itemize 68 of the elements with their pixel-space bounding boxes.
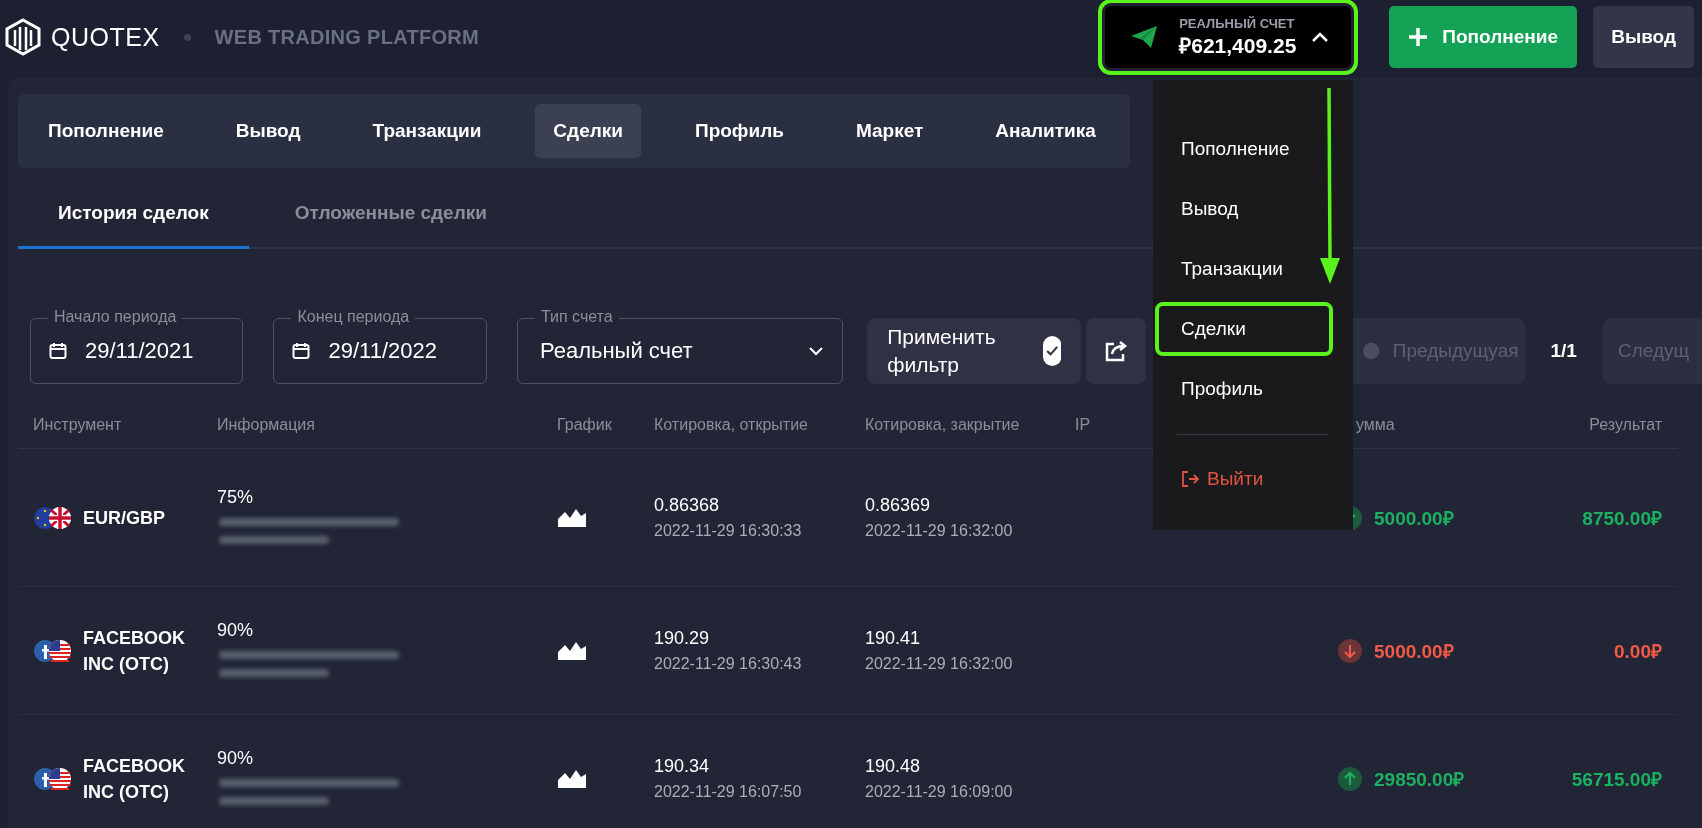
instrument-name: FACEBOOK INC (OTC) [83, 626, 186, 676]
menu-item[interactable]: Пополнение [1155, 122, 1314, 176]
nav-tab[interactable]: Вывод [217, 104, 319, 158]
calendar-icon [49, 342, 67, 360]
menu-item[interactable]: Транзакции [1155, 242, 1307, 296]
close-time: 2022-11-29 16:32:00 [865, 655, 1014, 673]
page-indicator: 1/1 [1550, 340, 1577, 362]
close-time: 2022-11-29 16:09:00 [865, 783, 1014, 801]
withdraw-button[interactable]: Вывод [1593, 6, 1694, 68]
logo-text: QUOTEX [51, 22, 160, 52]
arrow-circle-icon [1362, 341, 1379, 361]
close-price: 190.41 [865, 628, 922, 649]
chevron-down-icon [808, 346, 825, 356]
close-price: 190.48 [865, 756, 922, 777]
trade-amount: 5000.00₽ [1374, 506, 1454, 531]
paper-plane-icon [1129, 24, 1160, 50]
open-time: 2022-11-29 16:07:50 [654, 783, 803, 801]
nav-tab[interactable]: Маркет [837, 104, 942, 158]
close-price: 0.86369 [865, 495, 932, 516]
account-balance: ₽621,409.25 [1179, 32, 1297, 59]
logout-item[interactable]: Выйти [1153, 467, 1270, 491]
column-header: IP [1075, 415, 1092, 434]
payout-percent: 90% [217, 748, 255, 769]
close-time: 2022-11-29 16:32:00 [865, 522, 1014, 540]
tagline: WEB TRADING PLATFORM [214, 25, 480, 49]
separator-dot [183, 33, 191, 41]
stock-flags-icon [33, 638, 73, 663]
nav-tab[interactable]: Аналитика [977, 104, 1114, 158]
trade-result: 0.00₽ [1614, 640, 1662, 662]
open-price: 190.29 [654, 628, 711, 649]
currency-flags-icon [33, 505, 73, 530]
calendar-icon [292, 342, 311, 360]
open-time: 2022-11-29 16:30:33 [654, 522, 803, 540]
logout-icon [1181, 470, 1199, 488]
open-time: 2022-11-29 16:30:43 [654, 655, 803, 673]
trade-amount: 5000.00₽ [1374, 639, 1454, 664]
trade-result: 56715.00₽ [1571, 768, 1662, 790]
column-header: Результат [1588, 415, 1662, 434]
column-header: График [557, 415, 613, 434]
nav-tab[interactable]: Профиль [676, 104, 802, 158]
account-label: РЕАЛЬНЫЙ СЧЕТ [1179, 15, 1296, 31]
menu-item[interactable]: Сделки [1155, 302, 1333, 356]
open-price: 190.34 [654, 756, 711, 777]
logo-icon [5, 18, 41, 56]
column-header: Информация [217, 415, 316, 434]
sub-tab[interactable]: История сделок [18, 202, 249, 249]
column-header: Котировка, открытие [654, 415, 809, 434]
menu-item[interactable]: Вывод [1155, 182, 1263, 236]
menu-item[interactable]: Профиль [1155, 362, 1288, 416]
open-price: 0.86368 [654, 495, 721, 516]
nav-tab[interactable]: Сделки [535, 104, 641, 158]
stock-flags-icon [33, 766, 73, 791]
trade-result: 8750.00₽ [1582, 507, 1662, 529]
column-header: Инструмент [33, 415, 123, 434]
column-header: Котировка, закрытие [865, 415, 1021, 434]
payout-percent: 90% [217, 620, 255, 641]
plus-icon [1408, 27, 1429, 47]
trade-amount: 29850.00₽ [1374, 767, 1465, 792]
nav-tab[interactable]: Транзакции [354, 104, 500, 158]
nav-tab[interactable]: Пополнение [30, 104, 182, 158]
apply-filter-button[interactable]: Применить фильтр [867, 318, 1082, 384]
export-button[interactable] [1086, 318, 1146, 384]
payout-percent: 75% [217, 487, 255, 508]
sub-tab[interactable]: Отложенные сделки [254, 202, 527, 249]
column-header: умма [1355, 415, 1396, 434]
export-icon [1103, 339, 1128, 363]
instrument-name: EUR/GBP [83, 506, 166, 530]
instrument-name: FACEBOOK INC (OTC) [83, 754, 186, 804]
